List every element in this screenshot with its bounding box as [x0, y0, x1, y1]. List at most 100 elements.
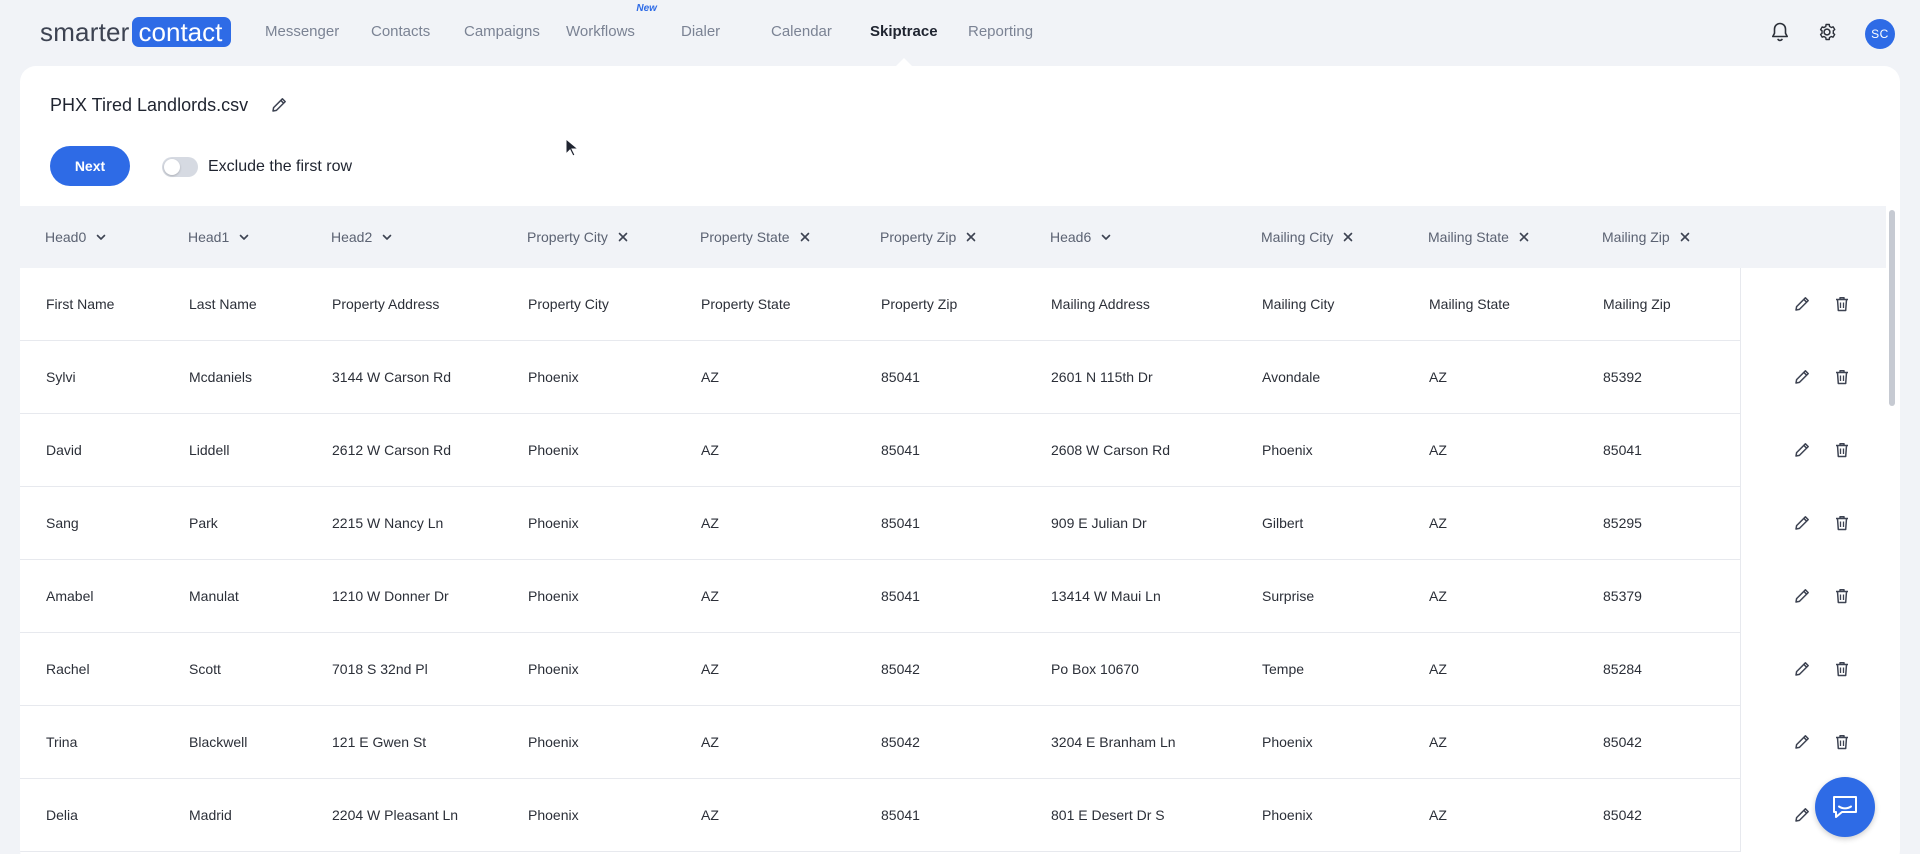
delete-row-trash-icon[interactable]: [1833, 733, 1851, 751]
remove-mapping-close-icon[interactable]: [1518, 231, 1530, 243]
column-header[interactable]: Property City: [527, 206, 629, 268]
table-cell: Mailing Address: [1051, 296, 1150, 312]
row-actions: [1740, 268, 1886, 341]
edit-row-pencil-icon[interactable]: [1793, 295, 1811, 313]
exclude-first-row-toggle[interactable]: [162, 157, 198, 177]
column-header[interactable]: Property Zip: [880, 206, 977, 268]
column-dropdown-chevron-down-icon[interactable]: [1100, 231, 1112, 243]
column-dropdown-chevron-down-icon[interactable]: [95, 231, 107, 243]
row-actions: [1740, 414, 1886, 487]
nav-workflows[interactable]: Workflows New: [566, 3, 657, 40]
table-cell: 2204 W Pleasant Ln: [332, 807, 459, 823]
table-cell: AZ: [1429, 661, 1447, 677]
table-cell: 3144 W Carson Rd: [332, 369, 452, 385]
remove-mapping-close-icon[interactable]: [799, 231, 811, 243]
edit-row-pencil-icon[interactable]: [1793, 806, 1811, 824]
nav-label: Workflows: [566, 23, 635, 40]
nav-calendar[interactable]: Calendar: [771, 0, 832, 64]
nav-messenger[interactable]: Messenger: [265, 0, 339, 64]
table-cell: Last Name: [189, 296, 257, 312]
table-cell: Phoenix: [1262, 442, 1313, 458]
edit-row-pencil-icon[interactable]: [1793, 587, 1811, 605]
delete-row-trash-icon[interactable]: [1833, 660, 1851, 678]
edit-row-pencil-icon[interactable]: [1793, 368, 1811, 386]
table-cell: 85284: [1603, 661, 1642, 677]
table-cell: Property State: [701, 296, 791, 312]
column-header-label: Mailing State: [1428, 229, 1509, 245]
delete-row-trash-icon[interactable]: [1833, 587, 1851, 605]
column-header[interactable]: Property State: [700, 206, 811, 268]
table-cell: Property Address: [332, 296, 440, 312]
nav-dialer[interactable]: Dialer: [681, 0, 720, 64]
table-cell: AZ: [701, 661, 719, 677]
edit-row-pencil-icon[interactable]: [1793, 733, 1811, 751]
table-cell: Property Zip: [881, 296, 958, 312]
table-cell: AZ: [701, 734, 719, 750]
column-dropdown-chevron-down-icon[interactable]: [238, 231, 250, 243]
table-cell: Phoenix: [528, 734, 579, 750]
table-cell: Surprise: [1262, 588, 1315, 604]
row-actions: [1740, 341, 1886, 414]
table-cell: 85379: [1603, 588, 1642, 604]
column-header-label: Property City: [527, 229, 608, 245]
nav-skiptrace[interactable]: Skiptrace: [870, 0, 938, 67]
nav-contacts[interactable]: Contacts: [371, 0, 430, 64]
table-cell: David: [46, 442, 82, 458]
table-cell: 85042: [1603, 734, 1642, 750]
table-cell: 85042: [881, 661, 920, 677]
nav-reporting[interactable]: Reporting: [968, 0, 1033, 64]
row-actions: [1740, 633, 1886, 706]
next-button[interactable]: Next: [50, 146, 130, 186]
table-cell: 85041: [881, 588, 920, 604]
delete-row-trash-icon[interactable]: [1833, 441, 1851, 459]
edit-title-pencil-icon[interactable]: [270, 96, 290, 116]
column-header[interactable]: Head6: [1050, 206, 1112, 268]
table-cell: Phoenix: [528, 807, 579, 823]
table-row: Sang Park 2215 W Nancy Ln Phoenix AZ 85041 909…: [20, 487, 1886, 560]
table-cell: Tempe: [1262, 661, 1305, 677]
table-cell: Mailing City: [1262, 296, 1335, 312]
edit-row-pencil-icon[interactable]: [1793, 514, 1811, 532]
table-cell: Phoenix: [1262, 807, 1313, 823]
user-avatar[interactable]: SC: [1865, 19, 1895, 49]
column-header[interactable]: Head2: [331, 206, 393, 268]
nav-label: Skiptrace: [870, 23, 938, 40]
delete-row-trash-icon[interactable]: [1833, 295, 1851, 313]
smartercontact-logo[interactable]: smarter contact: [40, 17, 232, 47]
logo-text-smarter: smarter: [40, 17, 130, 47]
edit-row-pencil-icon[interactable]: [1793, 441, 1811, 459]
table-cell: 85041: [881, 369, 920, 385]
delete-row-trash-icon[interactable]: [1833, 368, 1851, 386]
table-cell: Phoenix: [528, 588, 579, 604]
table-cell: Amabel: [46, 588, 94, 604]
column-header[interactable]: Mailing State: [1428, 206, 1530, 268]
table-cell: 121 E Gwen St: [332, 734, 427, 750]
column-header[interactable]: Head1: [188, 206, 250, 268]
remove-mapping-close-icon[interactable]: [965, 231, 977, 243]
edit-row-pencil-icon[interactable]: [1793, 660, 1811, 678]
table-cell: Park: [189, 515, 218, 531]
table-cell: 2215 W Nancy Ln: [332, 515, 444, 531]
table-cell: Rachel: [46, 661, 90, 677]
table-cell: Phoenix: [528, 661, 579, 677]
table-cell: 85041: [1603, 442, 1642, 458]
column-header[interactable]: Mailing Zip: [1602, 206, 1691, 268]
remove-mapping-close-icon[interactable]: [1679, 231, 1691, 243]
table-scrollbar-thumb[interactable]: [1889, 210, 1895, 406]
remove-mapping-close-icon[interactable]: [1342, 231, 1354, 243]
table-row: Trina Blackwell 121 E Gwen St Phoenix AZ 8504…: [20, 706, 1886, 779]
table-cell: 85392: [1603, 369, 1642, 385]
settings-gear-icon[interactable]: [1815, 20, 1839, 44]
nav-campaigns[interactable]: Campaigns: [464, 0, 540, 64]
chat-support-button[interactable]: [1815, 777, 1875, 837]
table-cell: Gilbert: [1262, 515, 1304, 531]
remove-mapping-close-icon[interactable]: [617, 231, 629, 243]
column-header[interactable]: Mailing City: [1261, 206, 1354, 268]
table-cell: 909 E Julian Dr: [1051, 515, 1147, 531]
file-title: PHX Tired Landlords.csv: [50, 95, 249, 115]
column-header[interactable]: Head0: [45, 206, 107, 268]
table-row: Sylvi Mcdaniels 3144 W Carson Rd Phoenix AZ 8…: [20, 341, 1886, 414]
delete-row-trash-icon[interactable]: [1833, 514, 1851, 532]
notifications-bell-icon[interactable]: [1768, 20, 1792, 44]
column-dropdown-chevron-down-icon[interactable]: [381, 231, 393, 243]
